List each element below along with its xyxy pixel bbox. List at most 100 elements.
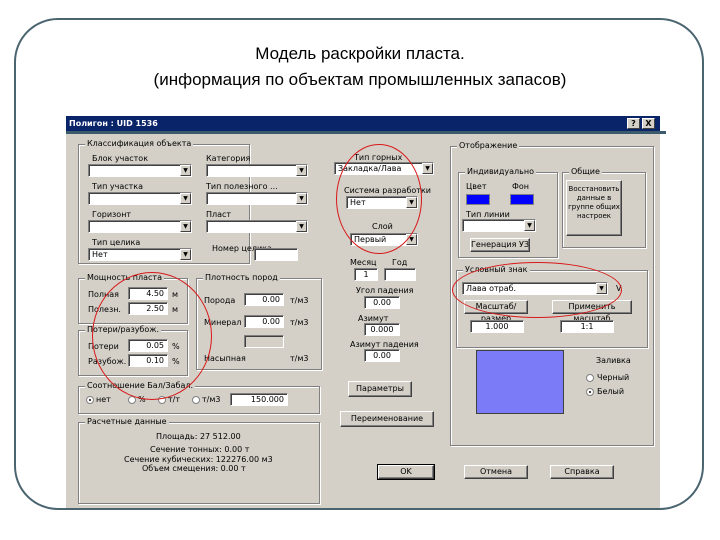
seam-select[interactable]: ▼ (206, 220, 308, 233)
mineral-density-unit: т/м3 (290, 318, 309, 327)
ratio-option-tt[interactable] (158, 396, 166, 404)
sign-suffix: V (616, 284, 622, 293)
system-value: Нет (350, 198, 366, 207)
help-button[interactable]: Справка (550, 465, 614, 479)
pillar-type-select[interactable]: Нет ▼ (88, 248, 192, 261)
rock-density-input[interactable]: 0.00 (244, 293, 284, 306)
pillar-type-label: Тип целика (92, 238, 141, 247)
slide-title: Модель раскройки пласта. (255, 44, 465, 63)
line-type-select[interactable]: ▼ (462, 219, 536, 232)
apply-scale-button[interactable]: Применить масштаб (552, 300, 632, 323)
chevron-down-icon: ▼ (524, 220, 535, 231)
density-group-label: Плотность пород (203, 273, 280, 282)
help-title-button[interactable]: ? (627, 118, 640, 129)
cancel-button[interactable]: Отмена (464, 465, 528, 479)
dialog-title: Полигон : UID 1536 (69, 119, 158, 128)
year-input[interactable] (384, 268, 416, 281)
losses-group-label: Потери/разубож. (85, 325, 162, 334)
month-label: Месяц (350, 258, 377, 267)
full-thickness-label: Полная (88, 290, 119, 299)
hoard-type-select[interactable]: ▼ (88, 192, 192, 205)
classification-group-label: Классификация объекта (85, 139, 194, 148)
ratio-option-percent[interactable] (128, 396, 136, 404)
dip-input[interactable]: 0.00 (364, 296, 400, 309)
individual-group-label: Индивидуально (465, 167, 536, 176)
mining-type-value: Закладка/Лава (338, 164, 402, 173)
system-select[interactable]: Нет ▼ (346, 196, 418, 209)
layer-label: Слой (372, 222, 393, 231)
site-label: Блок участок (92, 154, 149, 163)
scale-size-button[interactable]: Масштаб/размер (464, 300, 528, 323)
ratio-value-input[interactable]: 150.000 (230, 393, 288, 406)
dip-label: Угол падения (356, 286, 414, 295)
deposit-type-select[interactable]: ▼ (206, 192, 308, 205)
fill-color-swatch[interactable] (510, 194, 534, 205)
restore-button[interactable]: Восстановить данные в группе общих настр… (566, 180, 622, 236)
layer-select[interactable]: Первый ▼ (350, 233, 418, 246)
year-label: Год (392, 258, 408, 267)
site-select[interactable]: ▼ (88, 164, 192, 177)
calc-volume: Сечение кубических: 122276.00 м3 (124, 455, 273, 464)
ratio-option-none-label: нет (96, 395, 111, 404)
ratio-option-percent-label: % (138, 395, 146, 404)
ratio-option-none[interactable] (86, 396, 94, 404)
category-label: Категория (206, 154, 251, 163)
sign-select[interactable]: Лава отраб. ▼ (462, 282, 608, 295)
scale-value-input[interactable]: 1.000 (470, 320, 524, 333)
dialog-titlebar: Полигон : UID 1536 ? X (66, 116, 660, 132)
ratio-value-display[interactable]: 1:1 (560, 320, 614, 333)
thickness-group-label: Мощность пласта (85, 273, 164, 282)
chevron-down-icon: ▼ (596, 283, 607, 294)
ratio-option-tm3[interactable] (192, 396, 200, 404)
category-select[interactable]: ▼ (206, 164, 308, 177)
generate-button[interactable]: Генерация УЗ (470, 238, 530, 252)
chevron-down-icon: ▼ (180, 193, 191, 204)
pillar-no-input[interactable] (254, 248, 298, 261)
bulk-density-unit: т/м3 (290, 354, 309, 363)
chevron-down-icon: ▼ (296, 221, 307, 232)
losses-group: Потери/разубож. (78, 325, 188, 376)
params-button[interactable]: Параметры (348, 381, 412, 397)
chevron-down-icon: ▼ (180, 221, 191, 232)
line-color-swatch[interactable] (466, 194, 490, 205)
polygon-dialog: Полигон : UID 1536 ? X Классификация объ… (66, 116, 660, 508)
white-option[interactable] (586, 388, 594, 396)
chevron-down-icon: ▼ (180, 249, 191, 260)
rename-button[interactable]: Переименование (340, 411, 434, 427)
display-group-label: Отображение (457, 141, 520, 150)
month-input[interactable]: 1 (354, 268, 378, 281)
rock-density-label: Порода (204, 296, 236, 305)
ratio-option-tt-label: т/т (168, 395, 181, 404)
black-option[interactable] (586, 374, 594, 382)
mining-type-label: Тип горных (354, 153, 403, 162)
mining-type-select[interactable]: Закладка/Лава ▼ (334, 162, 434, 175)
slide-subtitle: (информация по объектам промышленных зап… (153, 70, 567, 89)
mineral-density-input[interactable]: 0.00 (244, 315, 284, 328)
hoard-type-label: Тип участка (92, 182, 144, 191)
chevron-down-icon: ▼ (406, 197, 417, 208)
ok-button[interactable]: OK (377, 464, 435, 480)
calc-group-label: Расчетные данные (85, 417, 169, 426)
horizon-select[interactable]: ▼ (88, 220, 192, 233)
white-option-label: Белый (597, 387, 625, 396)
useful-thickness-input[interactable]: 2.50 (128, 302, 168, 315)
strike-input[interactable]: 0.00 (364, 349, 400, 362)
close-title-button[interactable]: X (642, 118, 655, 129)
slide-accent-line (66, 131, 666, 134)
dilution-label: Разубож. (88, 357, 127, 366)
line-type-label: Тип линии (466, 210, 510, 219)
dilution-input[interactable]: 0.10 (128, 354, 168, 367)
mineral-density-label: Минерал (204, 318, 242, 327)
chevron-down-icon: ▼ (180, 165, 191, 176)
bulk-density-input[interactable] (244, 335, 284, 348)
thickness-group: Мощность пласта (78, 273, 188, 324)
line-color-label: Цвет (466, 182, 487, 191)
losses-input[interactable]: 0.05 (128, 339, 168, 352)
fill-label: Заливка (596, 356, 631, 365)
full-thickness-input[interactable]: 4.50 (128, 287, 168, 300)
chevron-down-icon: ▼ (296, 165, 307, 176)
layer-value: Первый (354, 235, 387, 244)
chevron-down-icon: ▼ (406, 234, 417, 245)
fill-color-label: Фон (512, 182, 530, 191)
azimuth-input[interactable]: 0.000 (364, 323, 400, 336)
